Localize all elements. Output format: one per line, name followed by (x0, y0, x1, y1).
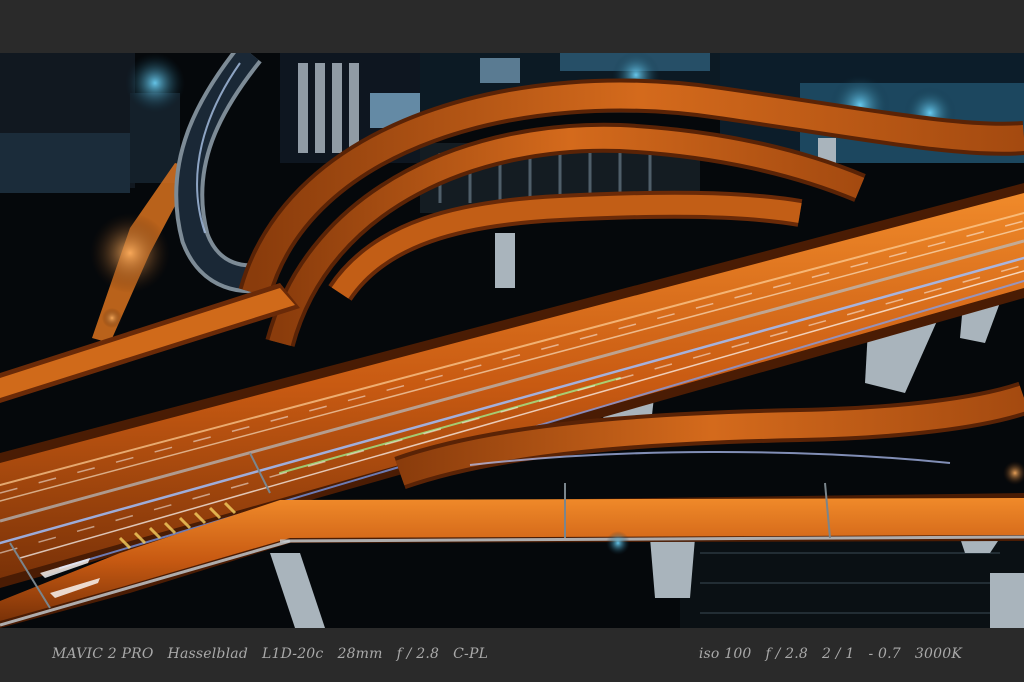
camera-brand: Hasselblad (167, 646, 248, 662)
camera-info-caption: MAVIC 2 PRO Hasselblad L1D-20c 28mm f / … (52, 646, 488, 666)
aperture-lens: f / 2.8 (396, 646, 440, 662)
iso-value: iso 100 (698, 646, 752, 662)
camera-model: MAVIC 2 PRO (52, 646, 154, 662)
exposure-info-caption: iso 100 f / 2.8 2 / 1 - 0.7 3000K (699, 646, 962, 666)
exposure-compensation: - 0.7 (868, 646, 901, 662)
camera-sensor: L1D-20c (261, 646, 324, 662)
white-balance: 3000K (914, 646, 962, 662)
photo-frame: MAVIC 2 PRO Hasselblad L1D-20c 28mm f / … (0, 0, 1024, 682)
aperture-value: f / 2.8 (765, 646, 809, 662)
shutter-speed: 2 / 1 (822, 646, 855, 662)
focal-length: 28mm (337, 646, 383, 662)
photo-illustration (0, 53, 1024, 628)
highway-interchange-photo (0, 53, 1024, 628)
lens-filter: C-PL (453, 646, 489, 662)
